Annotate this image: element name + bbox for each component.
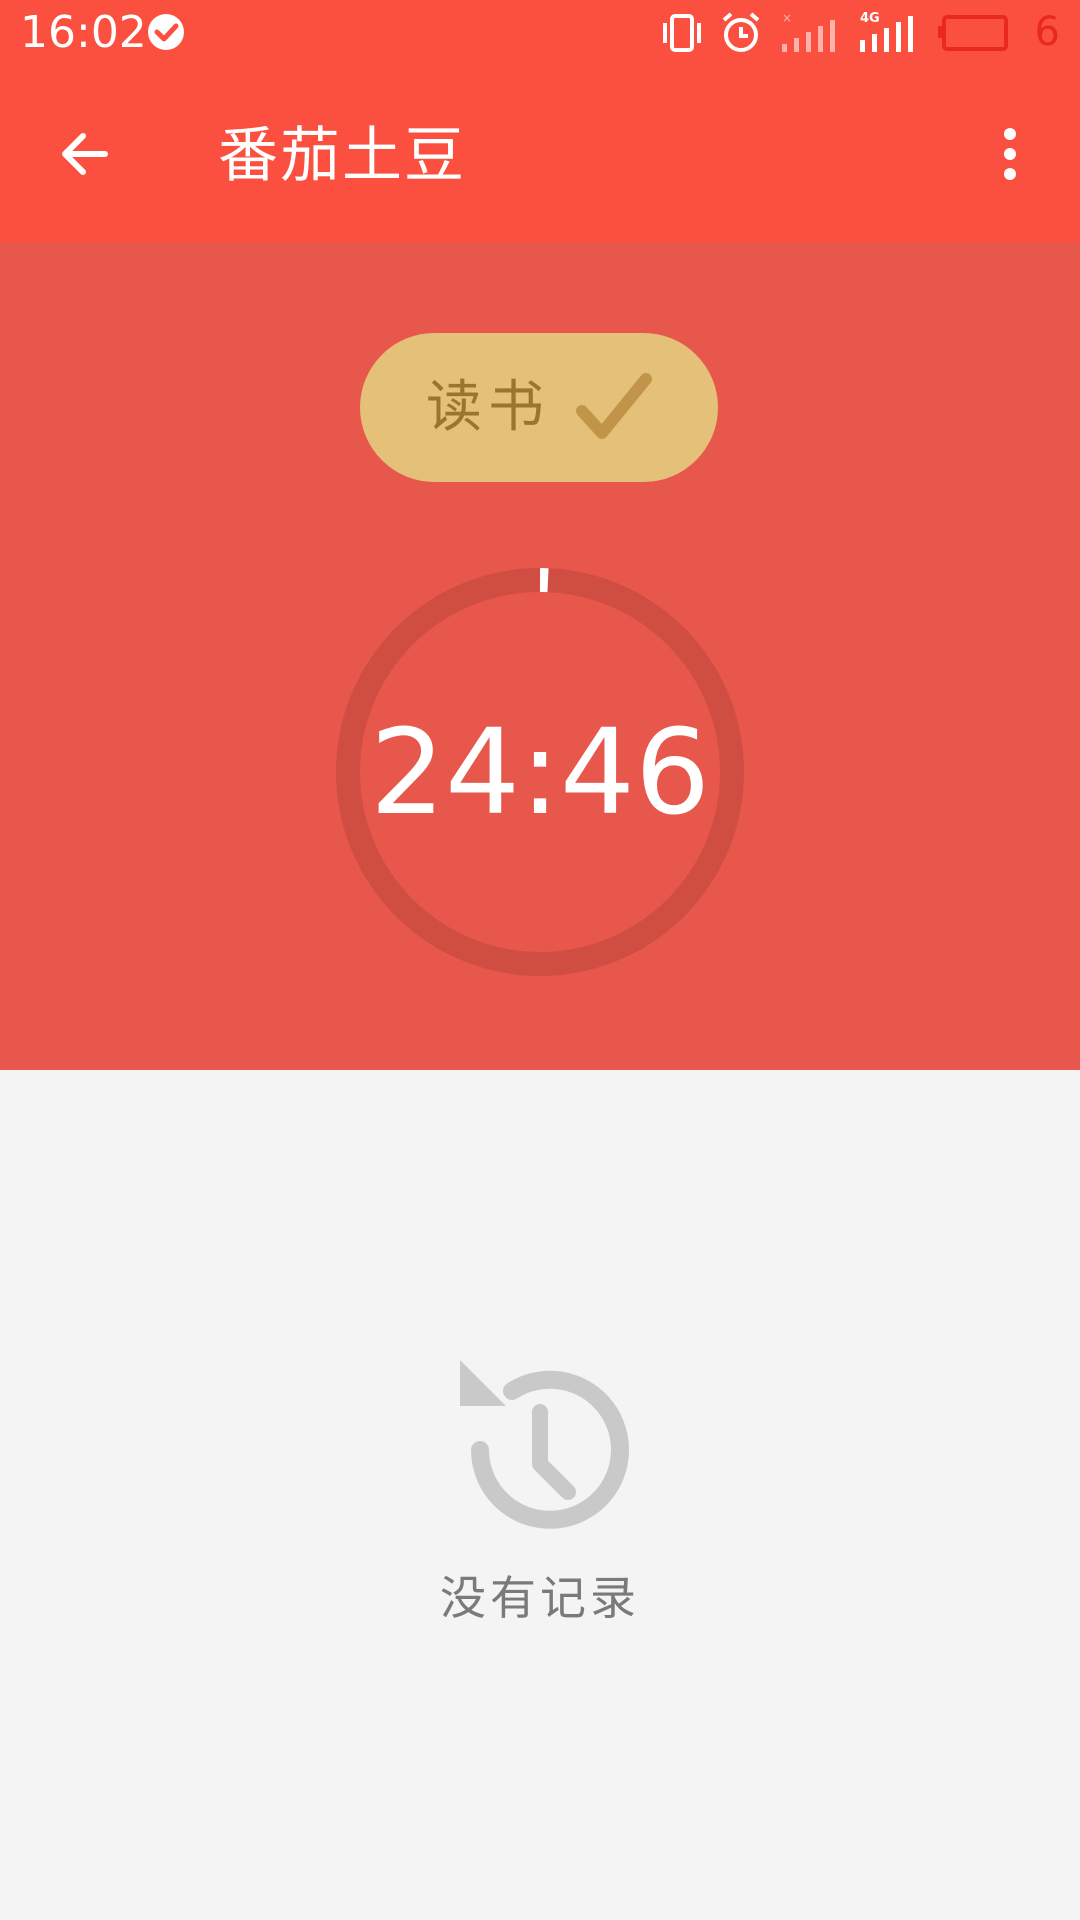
back-button[interactable] bbox=[40, 109, 130, 199]
page-title: 番茄土豆 bbox=[218, 121, 466, 191]
app-bar: 番茄土豆 bbox=[0, 66, 1080, 242]
arrow-back-icon bbox=[62, 133, 108, 175]
history-area: 没有记录 bbox=[0, 1070, 1080, 1920]
history-icon bbox=[460, 1360, 629, 1529]
status-bar: 16:02 × 4G 6 bbox=[0, 0, 1080, 66]
check-circle-icon bbox=[148, 14, 184, 50]
timer-display: 24:46 bbox=[369, 703, 711, 841]
battery-level: 6 bbox=[1034, 9, 1060, 55]
more-options-button[interactable] bbox=[970, 109, 1050, 199]
status-time: 16:02 bbox=[20, 7, 147, 58]
svg-text:4G: 4G bbox=[860, 11, 880, 26]
signal-4g-icon: 4G bbox=[860, 11, 913, 52]
app-root: 16:02 × 4G 6 番茄土豆 读书 24:46 没有记录 bbox=[0, 0, 1080, 1920]
alarm-icon bbox=[722, 12, 760, 52]
timer-panel: 读书 24:46 bbox=[0, 242, 1080, 1070]
empty-state-text: 没有记录 bbox=[440, 1571, 640, 1625]
signal-off-icon: × bbox=[782, 11, 835, 52]
task-chip[interactable]: 读书 bbox=[360, 333, 718, 482]
battery-low-icon bbox=[938, 15, 1008, 51]
status-icons: × 4G 6 bbox=[660, 9, 1060, 56]
more-vert-icon bbox=[1004, 128, 1016, 180]
check-icon bbox=[576, 372, 652, 439]
vibrate-icon bbox=[663, 14, 701, 52]
svg-text:×: × bbox=[782, 11, 792, 25]
task-label: 读书 bbox=[426, 374, 550, 440]
